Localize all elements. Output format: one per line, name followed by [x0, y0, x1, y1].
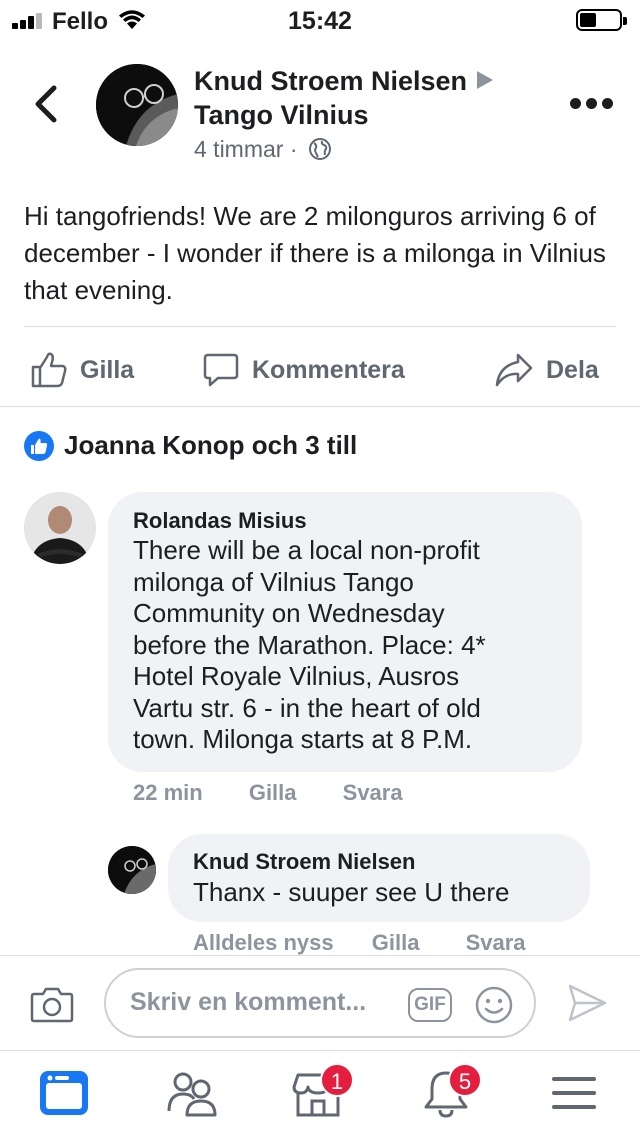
tab-menu[interactable]	[548, 1067, 604, 1123]
gif-button[interactable]: GIF	[408, 988, 452, 1022]
more-options-icon[interactable]	[570, 98, 614, 110]
battery-icon	[576, 9, 627, 31]
meta-separator: ·	[289, 136, 298, 162]
like-label: Gilla	[80, 355, 135, 384]
tab-marketplace[interactable]: 1	[292, 1063, 354, 1123]
commenter-avatar[interactable]	[24, 492, 96, 564]
author-avatar[interactable]	[96, 64, 178, 146]
reply-avatar[interactable]	[108, 846, 156, 894]
bottom-tab-bar: 1 5	[0, 1050, 640, 1136]
to-group-arrow-icon	[477, 71, 494, 89]
comment-label: Kommentera	[252, 355, 405, 384]
camera-icon[interactable]	[30, 984, 74, 1024]
reply-meta: Alldeles nyss Gilla Svara	[193, 930, 566, 956]
reply-author-name[interactable]: Knud Stroem Nielsen	[193, 849, 415, 875]
clock: 15:42	[288, 7, 352, 35]
share-label: Dela	[546, 355, 599, 384]
tab-news-feed[interactable]	[38, 1067, 94, 1123]
groups-icon	[167, 1072, 217, 1117]
reactions-summary[interactable]: Joanna Konop och 3 till	[24, 430, 357, 461]
comment-text: There will be a local non-profit milonga…	[133, 535, 486, 754]
post-actions: Gilla Kommentera Dela	[0, 336, 640, 402]
reply-reply-link[interactable]: Svara	[466, 930, 526, 955]
comment-time: 22 min	[133, 780, 203, 805]
comment-reply-link[interactable]: Svara	[343, 780, 403, 805]
post-text: Hi tangofriends! We are 2 milonguros arr…	[24, 201, 606, 305]
back-arrow-icon[interactable]	[28, 82, 68, 126]
hamburger-menu-icon	[552, 1077, 596, 1109]
reply-time: Alldeles nyss	[193, 930, 334, 955]
share-arrow-icon	[495, 353, 533, 387]
reply-text: Thanx - suuper see U there	[193, 877, 510, 907]
tab-groups[interactable]	[164, 1067, 220, 1123]
comment-like-link[interactable]: Gilla	[249, 780, 297, 805]
comment-bubble-icon	[203, 353, 239, 387]
author-name[interactable]: Knud Stroem Nielsen	[194, 66, 467, 96]
notifications-badge: 5	[448, 1063, 482, 1097]
send-icon[interactable]	[566, 982, 608, 1024]
divider	[24, 326, 616, 327]
tab-notifications[interactable]: 5	[420, 1063, 482, 1123]
marketplace-badge: 1	[320, 1063, 354, 1097]
post-meta: 4 timmar ·	[194, 136, 332, 163]
share-button[interactable]: Dela	[494, 350, 599, 390]
divider	[0, 406, 640, 407]
news-feed-icon	[40, 1071, 88, 1115]
like-reaction-icon	[24, 430, 54, 461]
emoji-icon[interactable]	[474, 985, 514, 1025]
status-bar: Fello 15:42	[0, 0, 640, 40]
comment-composer: Skriv en komment... GIF	[0, 955, 640, 1050]
comment-input[interactable]: Skriv en komment... GIF	[104, 968, 536, 1038]
like-button[interactable]: Gilla	[30, 350, 134, 390]
comment-placeholder: Skriv en komment...	[130, 988, 367, 1016]
globe-icon	[308, 138, 331, 160]
comment-meta: 22 min Gilla Svara	[133, 780, 443, 806]
post-time[interactable]: 4 timmar	[194, 136, 283, 162]
reactions-text: Joanna Konop och 3 till	[64, 430, 358, 460]
comment-button[interactable]: Kommentera	[202, 350, 405, 390]
thumbs-up-icon	[31, 352, 67, 388]
commenter-name[interactable]: Rolandas Misius	[133, 508, 307, 534]
group-name[interactable]: Tango Vilnius	[194, 100, 369, 130]
post-author-line: Knud Stroem Nielsen Tango Vilnius	[194, 64, 494, 132]
reply-like-link[interactable]: Gilla	[372, 930, 420, 955]
